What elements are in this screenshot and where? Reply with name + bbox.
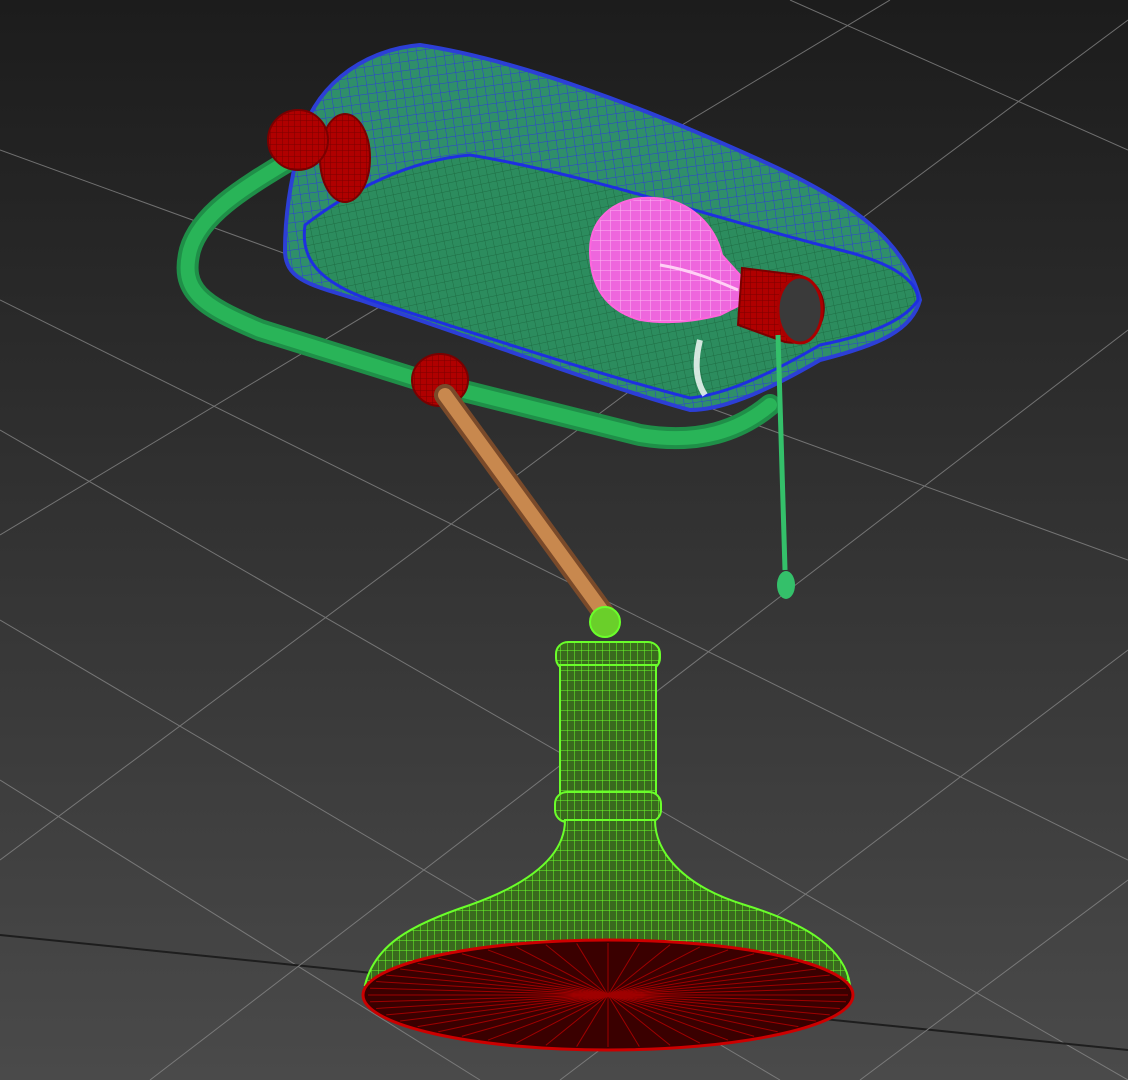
rod-top-ball[interactable] [589,606,621,638]
base-bottom-rays [368,943,848,1047]
viewport-perspective[interactable] [0,0,1128,1080]
pull-chain-bead[interactable] [777,571,795,599]
arm-knob[interactable] [267,109,329,171]
base-ring[interactable] [554,791,662,823]
base-column[interactable] [559,664,657,798]
shade-end-cap[interactable] [319,113,371,203]
scene-canvas[interactable] [0,0,1128,1080]
